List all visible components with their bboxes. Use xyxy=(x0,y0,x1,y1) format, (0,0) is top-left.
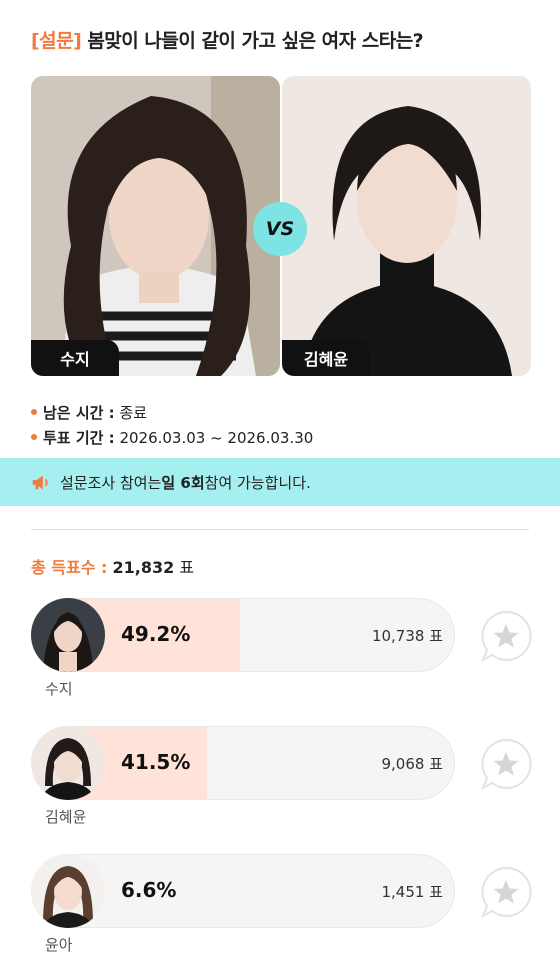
total-votes-unit: 표 xyxy=(179,558,195,577)
star-chat-bubble-icon[interactable] xyxy=(478,608,534,664)
avatar xyxy=(31,854,105,928)
result-row: 6.6% 1,451 표 윤아 xyxy=(31,854,532,974)
result-percent: 41.5% xyxy=(121,750,191,774)
bullet-dot-icon xyxy=(31,408,37,415)
poll-question: 봄맞이 나들이 같이 가고 싶은 여자 스타는? xyxy=(87,30,424,52)
section-divider xyxy=(31,529,529,530)
notice-suffix: 참여 가능합니다. xyxy=(204,473,311,492)
vs-badge: VS xyxy=(253,202,307,256)
result-row: 41.5% 9,068 표 김혜윤 xyxy=(31,726,532,846)
notice-prefix: 설문조사 참여는 xyxy=(60,473,162,492)
poll-tag: [설문] xyxy=(31,30,82,52)
result-votes: 1,451 표 xyxy=(381,883,443,901)
result-votes: 10,738 표 xyxy=(371,627,443,645)
total-votes-label: 총 득표수 : xyxy=(31,558,108,577)
total-votes-value: 21,832 xyxy=(112,558,175,577)
remaining-time-value: 종료 xyxy=(119,404,148,422)
result-percent: 49.2% xyxy=(121,622,191,646)
avatar xyxy=(31,598,105,672)
result-votes: 9,068 표 xyxy=(381,755,443,773)
result-row: 49.2% 10,738 표 수지 xyxy=(31,598,532,718)
poll-title: [설문] 봄맞이 나들이 같이 가고 싶은 여자 스타는? xyxy=(31,26,424,53)
candidate-photo-right xyxy=(282,76,531,376)
candidate-card-right[interactable]: 김혜윤 xyxy=(282,76,531,376)
remaining-time-label: 남은 시간 : xyxy=(43,404,115,422)
star-chat-bubble-icon[interactable] xyxy=(478,864,534,920)
candidate-name-left: 수지 xyxy=(31,340,119,376)
remaining-time: 남은 시간 : 종료 xyxy=(31,402,147,423)
bullet-dot-icon xyxy=(31,433,37,440)
star-chat-bubble-icon[interactable] xyxy=(478,736,534,792)
total-votes: 총 득표수 : 21,832 표 xyxy=(31,554,194,578)
candidate-name-right: 김혜윤 xyxy=(282,340,370,376)
result-name: 윤아 xyxy=(45,936,73,954)
vote-period-label: 투표 기간 : xyxy=(43,429,115,447)
vote-period: 투표 기간 : 2026.03.03 ~ 2026.03.30 xyxy=(31,427,313,448)
result-name: 김혜윤 xyxy=(45,808,87,826)
candidate-photo-left xyxy=(31,76,280,376)
participation-notice: 설문조사 참여는 일 6회 참여 가능합니다. xyxy=(0,458,560,506)
avatar xyxy=(31,726,105,800)
result-name: 수지 xyxy=(45,680,73,698)
vote-period-value: 2026.03.03 ~ 2026.03.30 xyxy=(119,429,314,447)
notice-emphasis: 일 6회 xyxy=(161,473,205,492)
result-percent: 6.6% xyxy=(121,878,177,902)
megaphone-icon xyxy=(32,475,48,490)
candidate-card-left[interactable]: 수지 xyxy=(31,76,280,376)
